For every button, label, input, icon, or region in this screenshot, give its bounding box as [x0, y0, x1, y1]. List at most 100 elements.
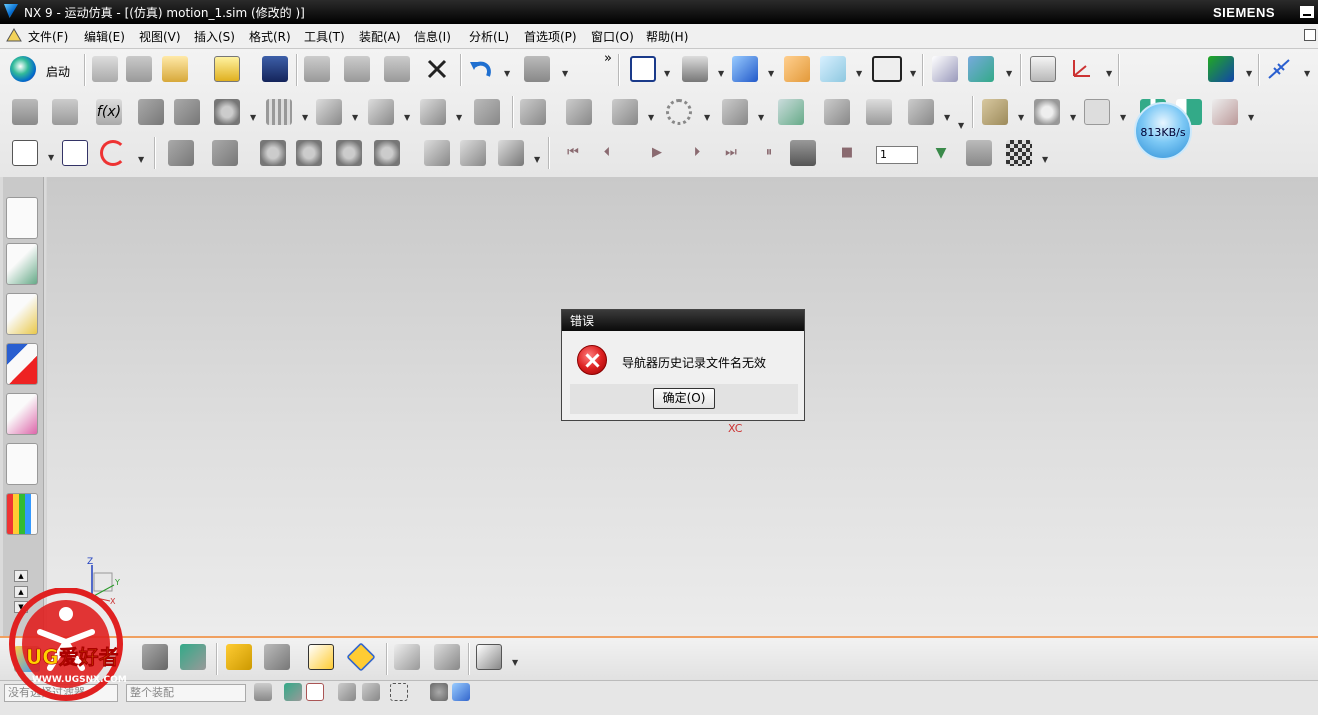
- menu-tools[interactable]: 工具(T): [304, 28, 345, 45]
- selection-box-icon[interactable]: [12, 140, 38, 166]
- delete-icon[interactable]: [424, 56, 450, 82]
- repeat-command-icon[interactable]: [524, 56, 550, 82]
- menu-assembly[interactable]: 装配(A): [359, 28, 401, 45]
- solver-icon[interactable]: [778, 99, 804, 125]
- plot-icon[interactable]: [1212, 99, 1238, 125]
- chevron-down-icon[interactable]: ▼: [768, 69, 774, 78]
- menu-information[interactable]: 信息(I): [414, 28, 451, 45]
- selection-arrow-icon[interactable]: [284, 683, 302, 701]
- sequence-icon[interactable]: [346, 642, 376, 672]
- chevron-down-icon[interactable]: ▼: [958, 121, 964, 130]
- marker-icon[interactable]: [316, 99, 342, 125]
- background-icon[interactable]: [784, 56, 810, 82]
- menu-file[interactable]: 文件(F): [28, 28, 68, 45]
- selection-scope-select[interactable]: 整个装配: [126, 684, 246, 702]
- curve-curve-icon[interactable]: [460, 140, 486, 166]
- chevron-down-icon[interactable]: ▼: [250, 113, 256, 122]
- frame-select[interactable]: 1: [876, 146, 918, 164]
- menu-help[interactable]: 帮助(H): [646, 28, 688, 45]
- chevron-down-icon[interactable]: ▼: [704, 113, 710, 122]
- snap-mid-icon[interactable]: [362, 683, 380, 701]
- fit-view-icon[interactable]: [630, 56, 656, 82]
- explode-icon[interactable]: [308, 644, 334, 670]
- trace-icon[interactable]: [666, 99, 692, 125]
- chevron-down-icon[interactable]: ▼: [648, 113, 654, 122]
- chevron-down-icon[interactable]: ▼: [1106, 69, 1112, 78]
- part-navigator-icon[interactable]: [6, 243, 38, 285]
- copy-icon[interactable]: [344, 56, 370, 82]
- graph-icon[interactable]: [908, 99, 934, 125]
- array-icon[interactable]: [264, 644, 290, 670]
- down-arrow-icon[interactable]: ▼: [928, 140, 954, 166]
- rewind-icon[interactable]: ⏮: [560, 140, 586, 166]
- gear-coupler-icon[interactable]: [260, 140, 286, 166]
- curve-contact-icon[interactable]: [566, 99, 592, 125]
- joint-small-icon[interactable]: [212, 140, 238, 166]
- roles-icon[interactable]: [6, 493, 38, 535]
- measure-icon[interactable]: [1266, 56, 1292, 82]
- load-transfer-icon[interactable]: [824, 99, 850, 125]
- menu-window[interactable]: 窗口(O): [591, 28, 634, 45]
- chevron-down-icon[interactable]: ▼: [1042, 155, 1048, 164]
- chevron-down-icon[interactable]: ▼: [1304, 69, 1310, 78]
- rotate-icon[interactable]: [100, 140, 126, 166]
- interference-check-icon[interactable]: [434, 644, 460, 670]
- cable-icon[interactable]: [336, 140, 362, 166]
- step-icon[interactable]: [966, 140, 992, 166]
- chevron-down-icon[interactable]: ▼: [758, 113, 764, 122]
- pause-icon[interactable]: ⏸: [756, 140, 782, 166]
- chevron-down-icon[interactable]: ▼: [664, 69, 670, 78]
- play-motion-icon[interactable]: [1208, 56, 1234, 82]
- checklist-icon[interactable]: [62, 140, 88, 166]
- menu-insert[interactable]: 插入(S): [194, 28, 235, 45]
- clip-icon[interactable]: [394, 644, 420, 670]
- snap-end-icon[interactable]: [338, 683, 356, 701]
- assembly-navigator-icon[interactable]: [6, 293, 38, 335]
- rectangle-select-icon[interactable]: [390, 683, 408, 701]
- chevron-down-icon[interactable]: ▼: [534, 155, 540, 164]
- scroll-up-icon[interactable]: ▲: [14, 570, 28, 582]
- chevron-down-icon[interactable]: ▼: [48, 153, 54, 162]
- joint-icon[interactable]: [174, 99, 200, 125]
- nx-menu-icon[interactable]: [6, 28, 22, 42]
- toolbar-overflow-icon[interactable]: »: [604, 51, 612, 66]
- chevron-down-icon[interactable]: ▼: [1006, 69, 1012, 78]
- chevron-down-icon[interactable]: ▼: [302, 113, 308, 122]
- finish-flag-icon[interactable]: [1006, 140, 1032, 166]
- reuse-library-icon[interactable]: [6, 393, 38, 435]
- link-icon[interactable]: [138, 99, 164, 125]
- cut-icon[interactable]: [304, 56, 330, 82]
- chevron-down-icon[interactable]: ▼: [910, 69, 916, 78]
- chevron-down-icon[interactable]: ▼: [456, 113, 462, 122]
- step-back-icon[interactable]: ⏴: [594, 140, 620, 166]
- assembly-nav-icon[interactable]: [968, 56, 994, 82]
- wave-icon[interactable]: [226, 644, 252, 670]
- coordinate-system-icon[interactable]: [1068, 56, 1094, 82]
- move-component-icon[interactable]: [180, 644, 206, 670]
- play-icon[interactable]: ▶: [644, 140, 670, 166]
- change-window-icon[interactable]: [214, 56, 240, 82]
- chevron-down-icon[interactable]: ▼: [512, 658, 518, 667]
- function-icon[interactable]: f(x): [96, 99, 122, 125]
- cube-view-icon[interactable]: [476, 644, 502, 670]
- recent-parts-icon[interactable]: [162, 56, 188, 82]
- spring-icon[interactable]: [266, 99, 292, 125]
- package-icon[interactable]: [866, 99, 892, 125]
- gear-icon[interactable]: [214, 99, 240, 125]
- menu-preferences[interactable]: 首选项(P): [524, 28, 577, 45]
- chevron-down-icon[interactable]: ▼: [1120, 113, 1126, 122]
- render-style-icon[interactable]: [682, 56, 708, 82]
- point-surface-icon[interactable]: [498, 140, 524, 166]
- xy-result-icon[interactable]: [982, 99, 1008, 125]
- menu-format[interactable]: 格式(R): [249, 28, 291, 45]
- menu-edit[interactable]: 编辑(E): [84, 28, 125, 45]
- menu-analysis[interactable]: 分析(L): [469, 28, 509, 45]
- wcs-icon[interactable]: [932, 56, 958, 82]
- start-label[interactable]: 启动: [46, 63, 70, 80]
- vector-force-icon[interactable]: [420, 99, 446, 125]
- stop-icon[interactable]: ■: [834, 140, 860, 166]
- chevron-down-icon[interactable]: ▼: [718, 69, 724, 78]
- sensor-icon[interactable]: [1084, 99, 1110, 125]
- constraint-navigator-icon[interactable]: [6, 343, 38, 385]
- chevron-down-icon[interactable]: ▼: [856, 69, 862, 78]
